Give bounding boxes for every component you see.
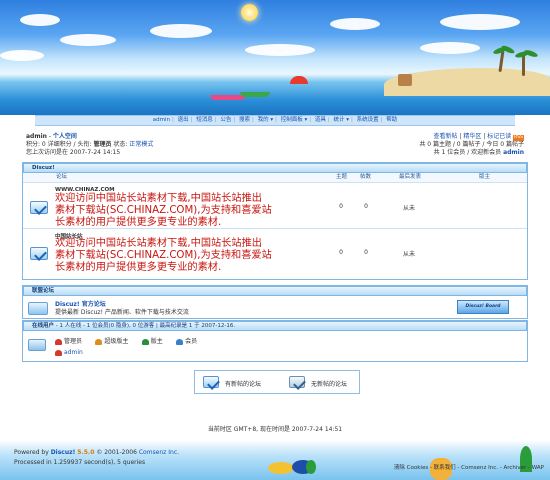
nav-tools[interactable]: 道具 [313, 117, 328, 123]
category-box: Discuz! 论坛 主题 帖数 最后发表 版主 WWW.CHINAZ.COM … [22, 162, 528, 280]
user-status[interactable]: 正常模式 [129, 141, 153, 148]
forum-description: 欢迎访问中国站长站素材下载,中国站长站推出 素材下载站(SC.CHINAZ.CO… [55, 193, 272, 228]
online-header: 在线用户 - 1 人在线 - 1 位会员(0 隐身), 0 位游客 | 最高纪录… [23, 321, 527, 331]
supermod-group-icon [95, 338, 103, 345]
header-banner [0, 0, 550, 115]
cloud-graphic [0, 50, 44, 61]
discuz-logo-icon[interactable] [28, 302, 48, 315]
no-new-posts-icon [289, 376, 305, 388]
sun-graphic [241, 4, 258, 21]
footer: Powered by Discuz! 5.5.0 © 2001-2006 Com… [0, 440, 550, 480]
discuz-banner[interactable]: Discuz! Board [457, 300, 509, 314]
nav-stats[interactable]: 统计 ▾ [331, 117, 351, 123]
forum-description: 欢迎访问中国站长站素材下载,中国站长站推出 素材下载站(SC.CHINAZ.CO… [55, 238, 272, 273]
forum-posts: 0 [364, 249, 368, 256]
view-new-posts-link[interactable]: 查看新帖 [434, 133, 458, 140]
new-posts-label: 有新帖的论坛 [225, 381, 262, 388]
category-title[interactable]: Discuz! [23, 163, 527, 173]
coral-graphic [306, 460, 316, 474]
online-user-link[interactable]: admin [64, 349, 83, 356]
palm-tree-graphic [522, 54, 525, 76]
online-users-box: 在线用户 - 1 人在线 - 1 位会员(0 隐身), 0 位游客 | 最高纪录… [22, 320, 528, 362]
nav-messages[interactable]: 短消息 [194, 117, 215, 123]
cloud-graphic [60, 34, 116, 46]
hut-graphic [398, 74, 412, 86]
nav-my[interactable]: 我的 ▾ [256, 117, 276, 123]
cloud-graphic [150, 24, 212, 38]
forum-row: WWW.CHINAZ.COM 欢迎访问中国站长站素材下载,中国站长站推出 素材下… [23, 183, 527, 229]
nav-search[interactable]: 搜索 [237, 117, 252, 123]
nav-help[interactable]: 帮助 [384, 117, 399, 123]
powered-by: Powered by Discuz! 5.5.0 © 2001-2006 Com… [14, 449, 180, 456]
version: 5.5.0 [77, 449, 95, 456]
nav-system-settings[interactable]: 系统设置 [355, 117, 381, 123]
new-posts-icon [203, 376, 219, 388]
processed-info: Processed in 1.259937 second(s), 5 queri… [14, 459, 146, 466]
forum-last-post: 从未 [403, 251, 416, 258]
forum-topics: 0 [339, 203, 343, 210]
digest-link[interactable]: 精华区 [463, 133, 481, 140]
online-user-entry: admin [55, 349, 83, 356]
cloud-graphic [20, 14, 60, 26]
last-visit: 您上次访问是在 2007-7-24 14:15 [26, 149, 121, 156]
timezone-info: 当前时区 GMT+8, 现在时间是 2007-7-24 14:51 [207, 426, 343, 433]
no-new-posts-label: 无新帖的论坛 [311, 381, 348, 388]
cloud-graphic [330, 18, 380, 30]
main-nav: admin | 退出 | 短消息 | 公告 | 搜索 | 我的 ▾ | 控制面板 ▾ | 道具… [35, 115, 515, 126]
online-users-icon [28, 339, 46, 351]
friend-links-title: 联盟论坛 [23, 286, 527, 296]
nav-user[interactable]: admin [151, 117, 172, 123]
friend-links-box: 联盟论坛 Discuz! 官方论坛 提供最新 Discuz! 产品新闻、软件下载… [22, 285, 528, 319]
boat-graphic [210, 95, 246, 100]
fish-graphic [268, 462, 294, 474]
friend-link-desc: 提供最新 Discuz! 产品新闻、软件下载与技术交流 [55, 309, 189, 316]
forum-topics: 0 [339, 249, 343, 256]
discuz-link[interactable]: Discuz! [51, 449, 76, 456]
forum-status-icon[interactable] [30, 201, 48, 214]
forum-status-icon[interactable] [30, 247, 48, 260]
nav-control-panel[interactable]: 控制面板 ▾ [279, 117, 310, 123]
username[interactable]: admin [26, 133, 47, 140]
cloud-graphic [420, 42, 480, 54]
cloud-graphic [440, 14, 520, 30]
user-info-bar: admin - 个人空间 积分: 0 详细积分 / 头衔: 管理员 状态: 正常… [22, 131, 528, 159]
mark-read-link[interactable]: 标记已读 [487, 133, 511, 140]
boat-graphic [240, 92, 270, 97]
forum-row: 中国站长站 欢迎访问中国站长站素材下载,中国站长站推出 素材下载站(SC.CHI… [23, 229, 527, 275]
mod-group-icon [141, 338, 149, 345]
member-group-icon [176, 338, 184, 345]
admin-group-icon [55, 338, 62, 345]
user-title: 管理员 [93, 141, 112, 148]
user-group-legend: 管理员 超级版主 版主 会员 [55, 336, 197, 345]
forum-posts: 0 [364, 203, 368, 210]
footer-links[interactable]: 清除 Cookies - 联系我们 - Comsenz Inc. - Archi… [394, 463, 544, 471]
forum-last-post: 从未 [403, 205, 416, 212]
beach-umbrella-graphic [290, 76, 308, 84]
forum-table-header: 论坛 主题 帖数 最后发表 版主 [23, 173, 527, 183]
nav-logout[interactable]: 退出 [176, 117, 191, 123]
newest-member-link[interactable]: admin [503, 149, 524, 156]
personal-space-link[interactable]: 个人空间 [53, 133, 77, 140]
admin-user-icon [55, 349, 62, 356]
forum-icon-legend: 有新帖的论坛 无新帖的论坛 [194, 370, 360, 394]
comsenz-link[interactable]: Comsenz Inc. [139, 449, 179, 456]
nav-announcements[interactable]: 公告 [218, 117, 233, 123]
cloud-graphic [245, 44, 315, 56]
